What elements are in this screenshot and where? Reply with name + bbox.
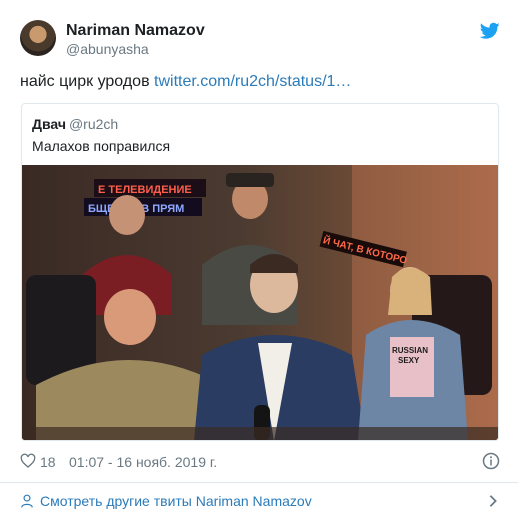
tweet-meta: 18 01:07 - 16 нояб. 2019 г. (20, 452, 500, 472)
quoted-author-name: Двач (32, 116, 66, 132)
tweet-header: Nariman Namazov @abunyasha (20, 20, 500, 60)
tweet-link[interactable]: twitter.com/ru2ch/status/1… (154, 73, 351, 90)
quoted-tweet[interactable]: Двач @ru2ch Малахов поправился Е ТЕЛЕВИД… (21, 103, 499, 441)
quoted-header: Двач @ru2ch (32, 116, 118, 132)
author-handle[interactable]: @abunyasha (66, 41, 149, 57)
author-name[interactable]: Nariman Namazov (66, 22, 205, 40)
person-icon (21, 494, 33, 508)
tweet-body: найс цирк уродов (20, 73, 155, 90)
avatar[interactable] (20, 20, 56, 56)
studio-photo-illustration: Е ТЕЛЕВИДЕНИЕ БЩЕНИЯ В ПРЯМ Й ЧАТ, В КОТ… (22, 165, 498, 440)
like-count[interactable]: 18 (40, 454, 56, 470)
timestamp[interactable]: 01:07 - 16 нояб. 2019 г. (69, 454, 217, 470)
chevron-right-icon[interactable] (488, 494, 498, 508)
divider (0, 482, 518, 483)
neon-sign-top: Е ТЕЛЕВИДЕНИЕ (98, 184, 192, 196)
more-tweets-label[interactable]: Смотреть другие твиты Nariman Namazov (40, 493, 312, 509)
shirt-text-bottom: SEXY (398, 356, 420, 365)
more-tweets-link[interactable]: Смотреть другие твиты Nariman Namazov (20, 492, 500, 512)
shirt-text-top: RUSSIAN (392, 346, 428, 355)
quoted-author-handle: @ru2ch (68, 116, 119, 132)
quoted-text: Малахов поправился (32, 138, 171, 154)
tweet-text: найс цирк уродов twitter.com/ru2ch/statu… (20, 72, 351, 92)
embedded-tweet-card: Nariman Namazov @abunyasha найс цирк уро… (0, 0, 518, 520)
twitter-bird-icon[interactable] (480, 22, 500, 40)
info-icon[interactable] (482, 452, 500, 470)
heart-icon[interactable] (20, 453, 36, 469)
quoted-photo[interactable]: Е ТЕЛЕВИДЕНИЕ БЩЕНИЯ В ПРЯМ Й ЧАТ, В КОТ… (22, 165, 498, 440)
